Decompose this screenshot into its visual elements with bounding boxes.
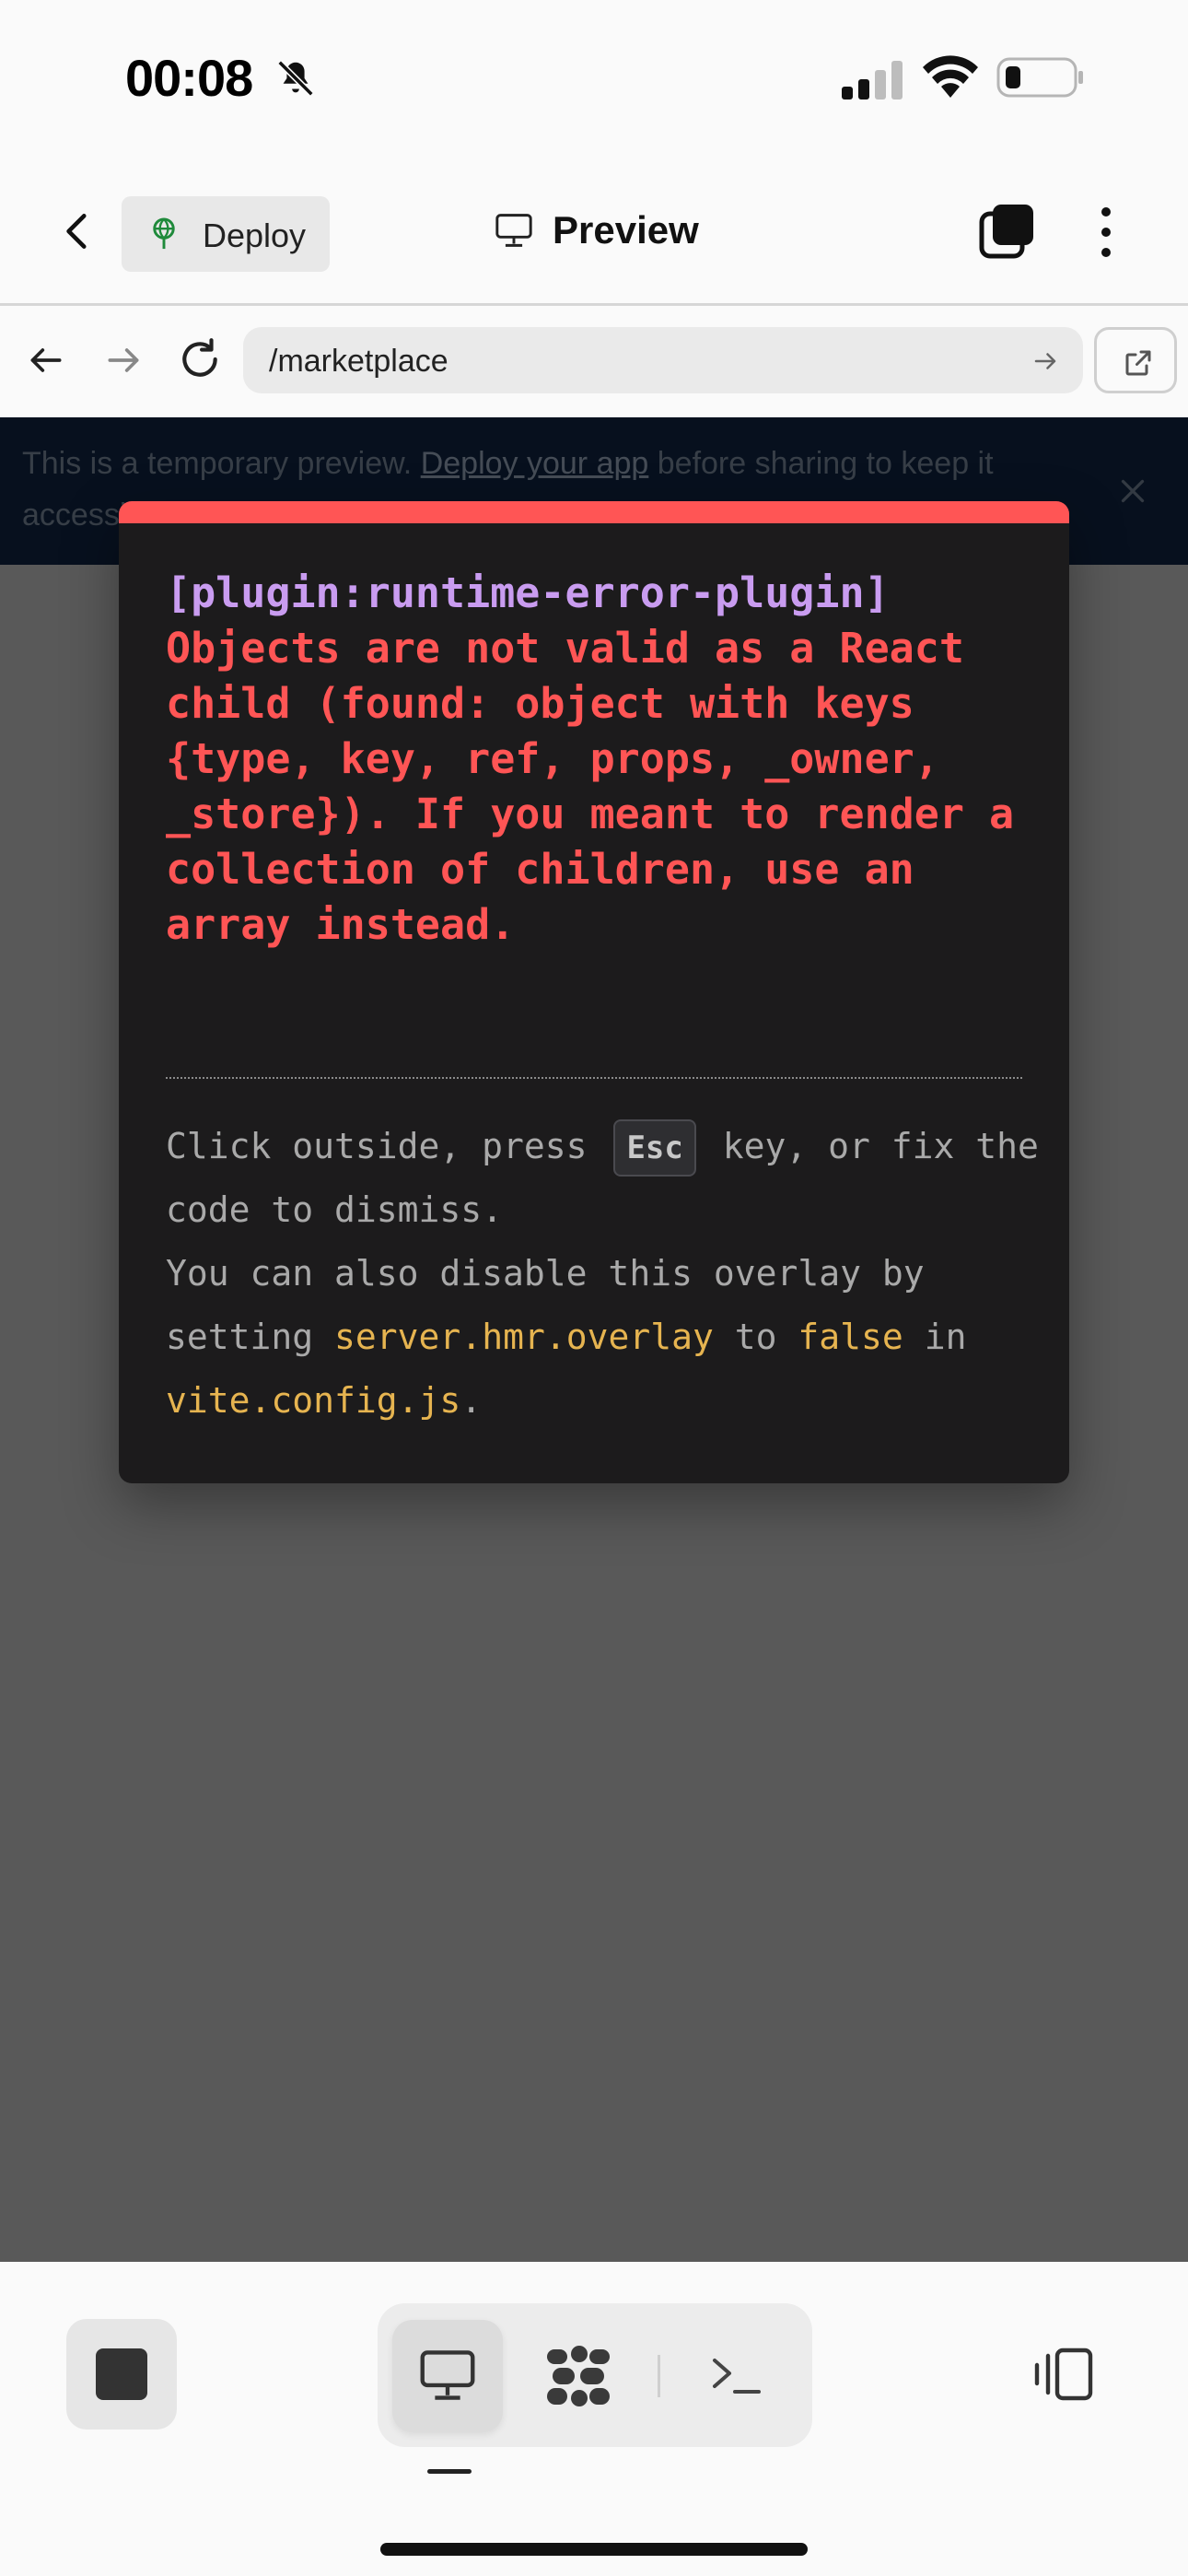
error-text: Objects are not valid as a React child (…: [166, 624, 1040, 949]
more-vertical-icon[interactable]: [1092, 205, 1120, 260]
page-title: Preview: [553, 208, 699, 252]
monitor-icon: [495, 214, 532, 247]
app-header: Deploy Preview: [0, 157, 1188, 306]
error-plugin-name: [plugin:runtime-error-plugin]: [166, 568, 890, 617]
url-text: /marketplace: [269, 344, 448, 379]
url-input[interactable]: /marketplace: [243, 327, 1083, 393]
tip-text-5: in: [924, 1317, 967, 1357]
preview-title: Preview: [494, 203, 699, 258]
open-external-button[interactable]: [1094, 327, 1177, 393]
tip-code-config: vite.config.js: [166, 1380, 461, 1421]
error-overlay-accent-bar: [119, 501, 1069, 523]
preview-content[interactable]: This is a temporary preview. Deploy your…: [0, 417, 1188, 2262]
wifi-icon: [923, 55, 978, 98]
terminal-icon[interactable]: [709, 2349, 764, 2401]
external-link-icon: [1125, 350, 1151, 376]
esc-key-badge: Esc: [613, 1119, 696, 1177]
reload-icon[interactable]: [177, 336, 223, 382]
error-message: [plugin:runtime-error-plugin] Objects ar…: [166, 566, 1031, 953]
status-bar: 00:08: [0, 0, 1188, 157]
error-overlay: [plugin:runtime-error-plugin] Objects ar…: [119, 501, 1069, 1483]
cellular-signal-icon: [842, 61, 903, 100]
view-switcher: [378, 2303, 812, 2447]
agent-icon[interactable]: [543, 2344, 613, 2410]
arrow-right-icon[interactable]: [103, 340, 144, 381]
stop-button[interactable]: [66, 2319, 177, 2430]
tip-text-4: to: [734, 1317, 777, 1357]
tabs-icon[interactable]: [978, 203, 1035, 260]
tip-code-hmr: server.hmr.overlay: [334, 1317, 714, 1357]
stop-icon: [96, 2348, 147, 2400]
switcher-divider: [658, 2355, 660, 2397]
bell-slash-icon: [277, 60, 314, 97]
divider: [166, 1077, 1022, 1079]
chevron-left-icon[interactable]: [55, 208, 101, 254]
battery-icon: [996, 57, 1083, 98]
deploy-icon: [153, 217, 175, 250]
deploy-button-label: Deploy: [203, 217, 307, 254]
panel-toggle-icon[interactable]: [1031, 2345, 1098, 2404]
bottom-toolbar: [0, 2262, 1188, 2576]
home-indicator: [380, 2543, 808, 2556]
preview-monitor-icon[interactable]: [416, 2348, 479, 2403]
tip-text-6: .: [460, 1380, 483, 1421]
status-time: 00:08: [125, 49, 253, 107]
tip-text-1: Click outside, press: [166, 1126, 588, 1166]
arrow-left-icon[interactable]: [26, 340, 66, 381]
deploy-button[interactable]: Deploy: [122, 196, 330, 272]
browser-bar: /marketplace: [0, 309, 1188, 417]
tip-code-false: false: [798, 1317, 903, 1357]
error-tip: Click outside, press Esc key, or fix the…: [166, 1115, 1041, 1433]
go-arrow-icon[interactable]: [1031, 347, 1059, 375]
active-tab-indicator: [427, 2469, 472, 2474]
